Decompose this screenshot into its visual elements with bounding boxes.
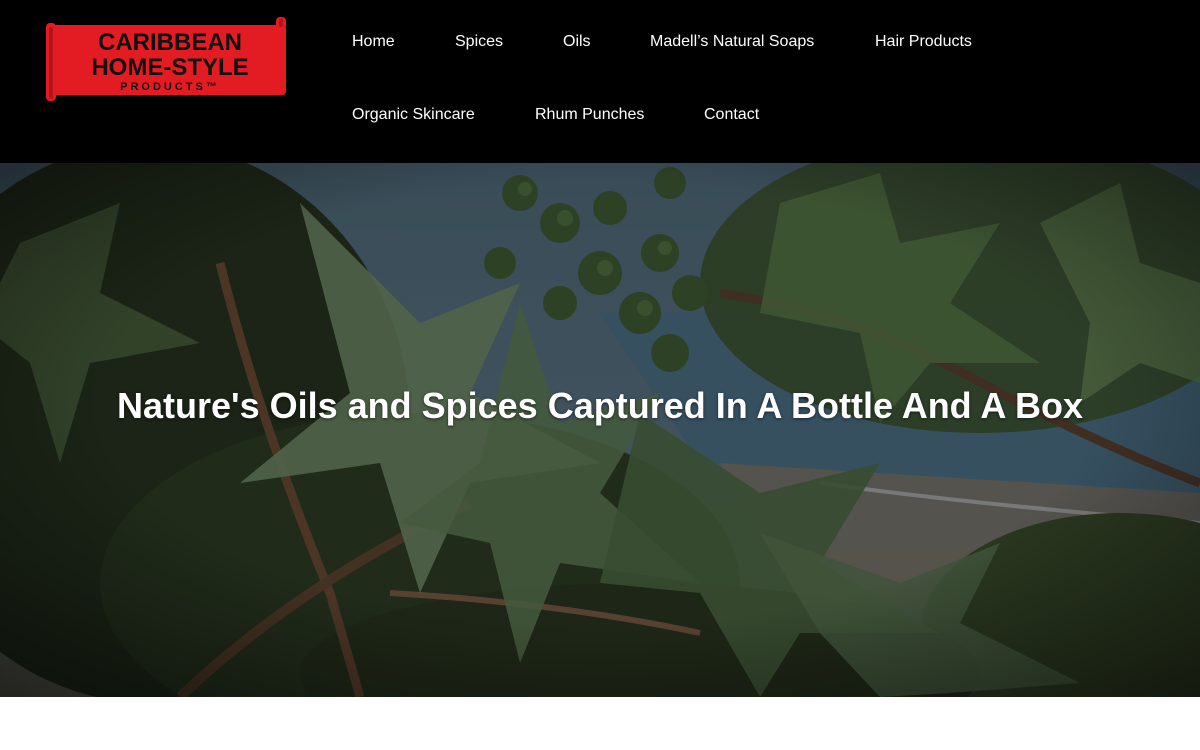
site-header: CARIBBEAN HOME-STYLE PRODUCTS™ Home Spic… <box>0 0 1200 163</box>
nav-item-contact[interactable]: Contact <box>704 105 759 125</box>
main-nav: Home Spices Oils Madell’s Natural Soaps … <box>322 0 1182 163</box>
nav-item-hair-products[interactable]: Hair Products <box>875 32 972 52</box>
nav-item-spices[interactable]: Spices <box>455 32 503 52</box>
castor-plant-photo <box>0 163 1200 697</box>
content-area <box>0 697 1200 750</box>
logo-line1: CARIBBEAN <box>98 29 242 56</box>
hero-title: Nature's Oils and Spices Captured In A B… <box>116 385 1084 426</box>
brand-logo[interactable]: CARIBBEAN HOME-STYLE PRODUCTS™ <box>44 17 288 103</box>
nav-item-organic-skincare[interactable]: Organic Skincare <box>352 105 475 125</box>
nav-item-oils[interactable]: Oils <box>563 32 591 52</box>
nav-item-home[interactable]: Home <box>352 32 395 52</box>
logo-banner-icon: CARIBBEAN HOME-STYLE PRODUCTS™ <box>46 17 286 101</box>
nav-item-natural-soaps[interactable]: Madell’s Natural Soaps <box>650 32 814 52</box>
hero-banner: Nature's Oils and Spices Captured In A B… <box>0 163 1200 697</box>
logo-line3: PRODUCTS™ <box>120 81 220 93</box>
logo-line2: HOME-STYLE <box>91 54 248 81</box>
nav-item-rhum-punches[interactable]: Rhum Punches <box>535 105 644 125</box>
